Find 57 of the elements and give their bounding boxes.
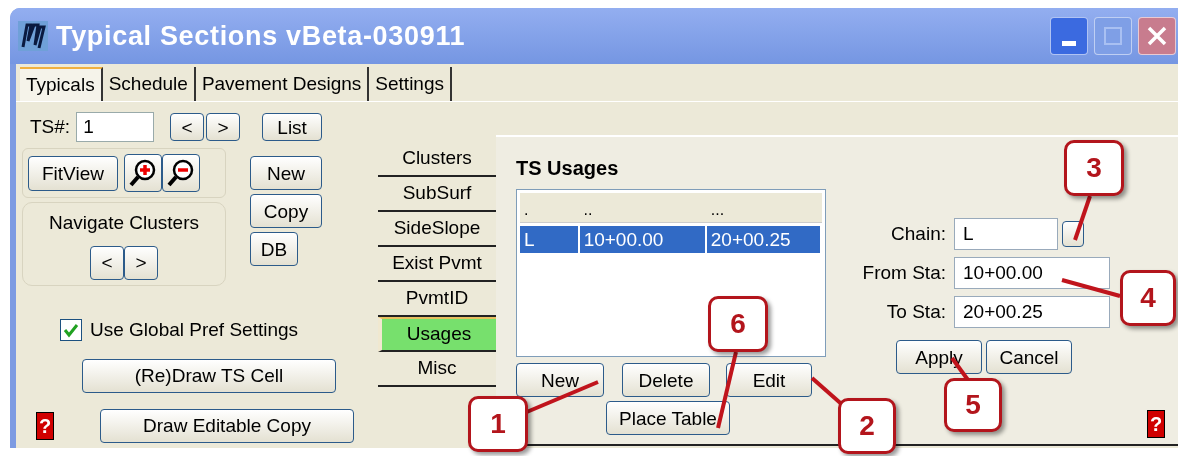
field-label: To Sta: (885, 299, 947, 324)
panel-title: TS Usages (516, 156, 620, 181)
callout-number: 1 (468, 396, 528, 452)
field-label: Chain: (890, 221, 947, 246)
callout-number: 4 (1120, 270, 1176, 326)
zoom-in-icon (128, 158, 158, 188)
field-label: From Sta: (861, 260, 947, 285)
app-logo-icon (18, 21, 48, 51)
tab[interactable]: Typicals (20, 67, 103, 101)
delete-button[interactable]: Delete (622, 363, 710, 397)
callout-number: 5 (944, 378, 1002, 432)
cluster-button[interactable]: New (250, 156, 322, 190)
ts-number-field[interactable]: 1 (76, 112, 155, 142)
list-cell: 10+00.00 (579, 226, 707, 253)
fit-view-button[interactable]: FitView (28, 155, 118, 191)
redraw-button[interactable]: (Re)Draw TS Cell (82, 358, 336, 393)
list-cell: L (520, 226, 580, 253)
next-button[interactable]: > (124, 245, 158, 280)
cluster-button[interactable]: Copy (250, 194, 322, 228)
cluster-button[interactable]: DB (250, 232, 298, 266)
draw-editable-copy-button[interactable]: Draw Editable Copy (100, 408, 354, 443)
list-button[interactable]: List (262, 113, 323, 141)
close-icon (1146, 25, 1168, 47)
close-button[interactable] (1138, 17, 1176, 55)
callout-number: 6 (708, 296, 768, 352)
new-button[interactable]: New (516, 363, 604, 397)
column-header: . (523, 200, 530, 220)
text-field[interactable]: 20+00.25 (954, 296, 1110, 328)
group-label: Navigate Clusters (49, 211, 199, 235)
cancel-button[interactable]: Cancel (986, 340, 1072, 374)
next-button[interactable]: > (206, 113, 241, 141)
checkbox-label: Use Global Pref Settings (90, 318, 299, 342)
column-header: .. (582, 200, 594, 220)
leader-line (1061, 278, 1121, 298)
text-field[interactable]: 10+00.00 (954, 257, 1110, 289)
previous-button[interactable]: < (90, 245, 124, 280)
callout-number: 3 (1064, 140, 1124, 196)
column-header: ... (709, 200, 726, 220)
window-title: Typical Sections vBeta-030911 (56, 19, 466, 53)
zoom-in-button[interactable] (124, 154, 162, 192)
leader-line (1073, 195, 1092, 241)
list-row[interactable]: L 10+00.00 20+00.25 (520, 226, 822, 253)
zoom-out-icon (166, 158, 196, 188)
side-tab[interactable]: Usages (378, 317, 496, 352)
previous-button[interactable]: < (170, 113, 205, 141)
place-table-button[interactable]: Place Table (606, 401, 730, 435)
list-cell: 20+00.25 (706, 226, 822, 253)
minimize-button[interactable] (1050, 17, 1088, 55)
callout-number: 2 (838, 398, 896, 454)
apply-button[interactable]: Apply (896, 340, 982, 374)
help-icon[interactable]: ? (36, 411, 54, 440)
checkbox[interactable] (60, 319, 82, 342)
zoom-out-button[interactable] (162, 154, 200, 192)
help-icon[interactable]: ? (1147, 410, 1165, 438)
edit-button[interactable]: Edit (726, 363, 812, 397)
text-field[interactable]: L (954, 218, 1058, 250)
ts-number-label: TS#: (30, 114, 71, 139)
